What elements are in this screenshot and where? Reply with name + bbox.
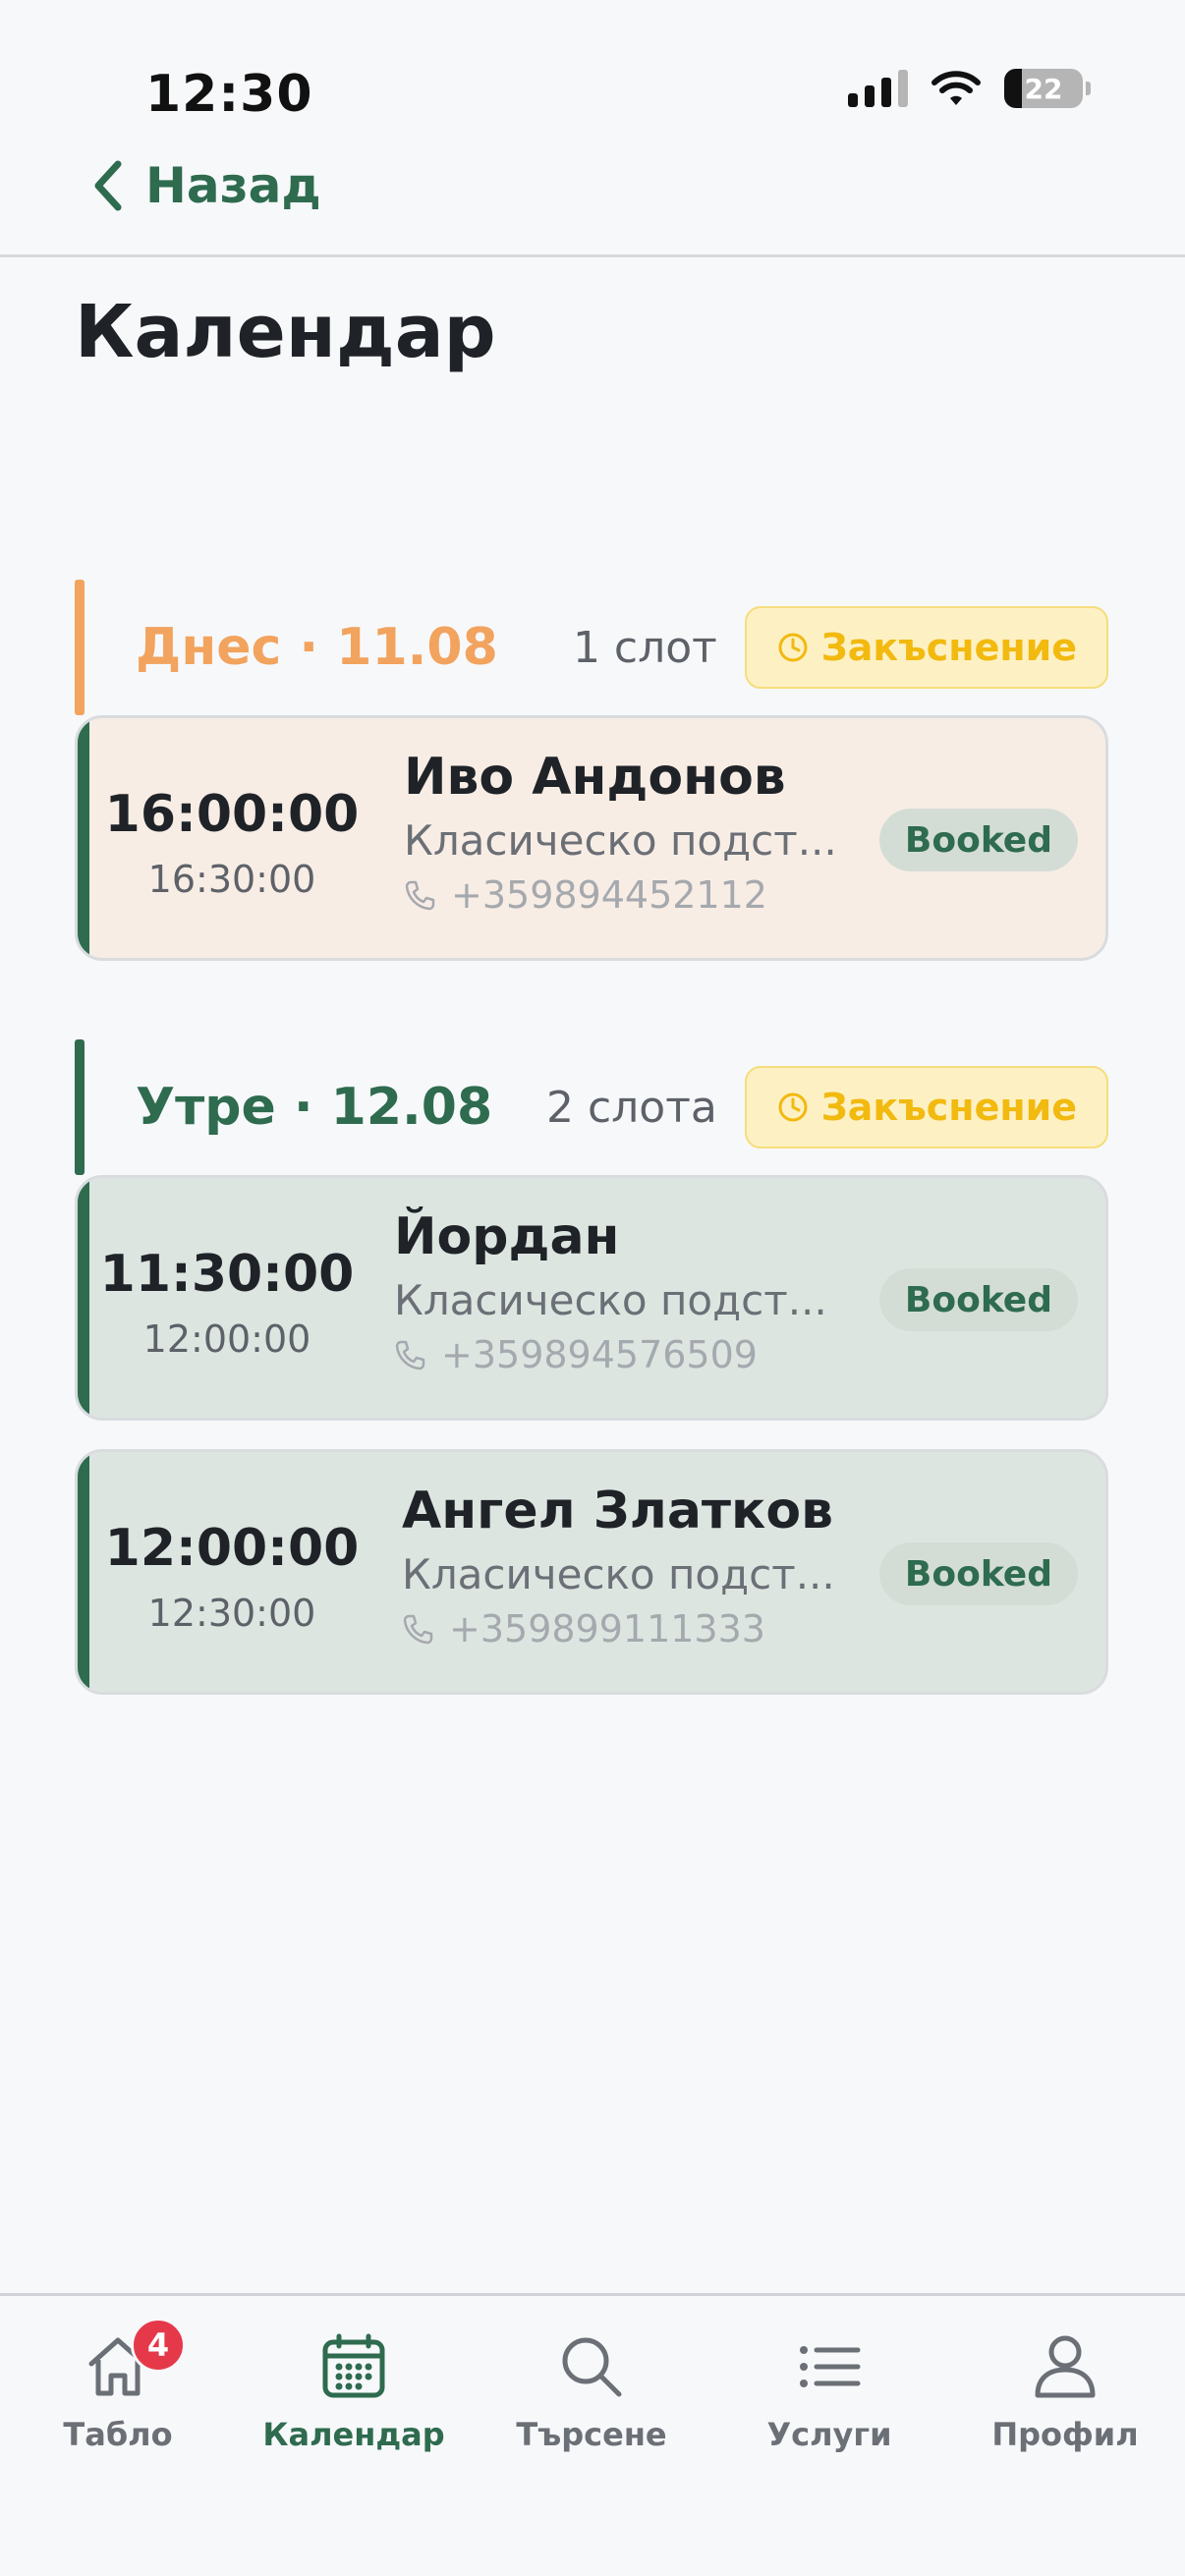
card-accent-bar (78, 718, 89, 958)
phone-icon (395, 1340, 425, 1371)
booking-info: Иво Андонов Класическо подст... +3598944… (404, 748, 837, 917)
tab-label: Услуги (766, 2416, 892, 2453)
booking-end-time: 12:30:00 (147, 1592, 316, 1635)
booking-card[interactable]: 11:30:00 12:00:00 Йордан Класическо подс… (75, 1175, 1108, 1421)
late-label: Закъснение (820, 626, 1077, 669)
day-header-tomorrow: Утре · 12.08 2 слота Закъснение (75, 1039, 1108, 1175)
profile-icon (1035, 2335, 1096, 2398)
back-button[interactable]: Назад (90, 157, 321, 214)
booking-info: Ангел Златков Класическо подст... +35989… (402, 1482, 835, 1651)
wifi-icon (931, 71, 981, 105)
booking-card[interactable]: 16:00:00 16:30:00 Иво Андонов Класическо… (75, 715, 1108, 961)
status-time: 12:30 (145, 65, 313, 124)
slot-count: 1 слот (572, 622, 717, 673)
client-name: Йордан (394, 1207, 620, 1266)
tab-services[interactable]: Услуги (731, 2327, 928, 2475)
phone-number: +359894576509 (441, 1333, 758, 1376)
status-badge: Booked (878, 809, 1078, 871)
calendar-icon (322, 2333, 385, 2398)
chevron-left-icon (94, 160, 122, 211)
calendar-screen: 12:30 22 Назад Календар Днес · 11.08 1 с… (0, 0, 1185, 2576)
booking-start-time: 12:00:00 (104, 1519, 360, 1578)
tab-label: Календар (262, 2416, 445, 2453)
phone-number: +359894452112 (451, 873, 767, 917)
tab-bar: 4 Табло Календар Търсене Услуги Профил (0, 2296, 1185, 2576)
status-badge: Booked (878, 1542, 1078, 1605)
search-icon (562, 2337, 622, 2397)
status-badge: Booked (878, 1268, 1078, 1331)
phone-icon (405, 880, 435, 911)
booking-end-time: 12:00:00 (142, 1317, 311, 1361)
card-accent-bar (78, 1452, 89, 1692)
service-name: Класическо подст... (394, 1276, 827, 1324)
booking-start-time: 11:30:00 (99, 1245, 355, 1304)
day-header-today: Днес · 11.08 1 слот Закъснение (75, 580, 1108, 715)
day-label: Днес · 11.08 (136, 618, 498, 677)
battery-icon: 22 (1004, 69, 1091, 108)
service-name: Класическо подст... (402, 1550, 835, 1598)
phone-icon (403, 1614, 433, 1645)
tab-label: Търсене (516, 2416, 667, 2453)
day-accent-bar (75, 580, 85, 715)
phone-row: +359894576509 (394, 1333, 827, 1376)
tab-search[interactable]: Търсене (493, 2327, 690, 2475)
phone-row: +359894452112 (404, 873, 837, 917)
phone-number: +359899111333 (449, 1607, 765, 1651)
tab-profile[interactable]: Профил (967, 2327, 1163, 2475)
slot-count: 2 слота (545, 1082, 717, 1133)
booking-card[interactable]: 12:00:00 12:30:00 Ангел Златков Класичес… (75, 1449, 1108, 1695)
tab-label: Табло (63, 2416, 173, 2453)
notification-badge: 4 (131, 2318, 186, 2373)
day-label: Утре · 12.08 (136, 1078, 493, 1137)
status-bar: 12:30 22 (0, 0, 1185, 147)
service-name: Класическо подст... (404, 816, 837, 865)
booking-end-time: 16:30:00 (147, 858, 316, 901)
back-label: Назад (145, 157, 321, 214)
day-accent-bar (75, 1039, 85, 1175)
header-divider (0, 254, 1185, 257)
clock-icon (778, 633, 808, 662)
cellular-signal-icon (848, 70, 908, 107)
battery-level: 22 (1024, 72, 1063, 105)
page-title: Календар (75, 290, 496, 374)
late-button[interactable]: Закъснение (744, 606, 1108, 689)
client-name: Иво Андонов (404, 748, 786, 807)
tab-calendar[interactable]: Календар (255, 2327, 452, 2475)
card-accent-bar (78, 1178, 89, 1418)
client-name: Ангел Златков (402, 1482, 833, 1540)
booking-time: 11:30:00 12:00:00 (89, 1178, 365, 1418)
tab-label: Профил (991, 2416, 1139, 2453)
tab-dashboard[interactable]: 4 Табло (20, 2318, 216, 2475)
phone-row: +359899111333 (402, 1607, 835, 1651)
booking-info: Йордан Класическо подст... +359894576509 (394, 1207, 827, 1376)
list-icon (800, 2346, 861, 2387)
late-button[interactable]: Закъснение (744, 1066, 1108, 1148)
booking-time: 16:00:00 16:30:00 (89, 718, 374, 958)
clock-icon (778, 1092, 808, 1122)
status-icons: 22 (848, 69, 1091, 108)
late-label: Закъснение (820, 1086, 1077, 1129)
booking-start-time: 16:00:00 (104, 785, 360, 844)
booking-time: 12:00:00 12:30:00 (89, 1452, 374, 1692)
